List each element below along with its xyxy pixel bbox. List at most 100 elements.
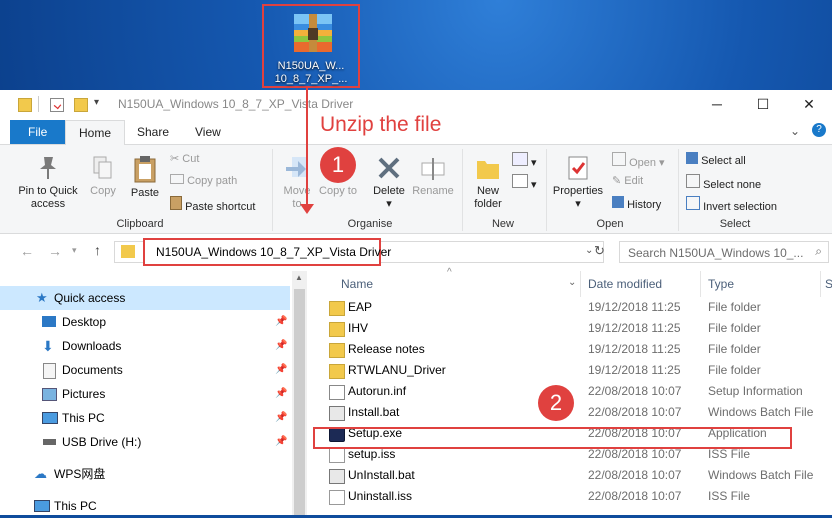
invert-selection-label: Invert selection xyxy=(703,201,778,213)
invert-selection-button[interactable]: Invert selection xyxy=(686,196,777,213)
cloud-icon: ☁ xyxy=(34,466,47,481)
file-type: File folder xyxy=(708,321,761,335)
group-divider xyxy=(678,149,679,231)
file-date: 19/12/2018 11:25 xyxy=(588,342,681,356)
pin-quick-access-button[interactable]: Pin to Quick access xyxy=(10,155,86,211)
close-button[interactable]: ✕ xyxy=(786,90,832,120)
easy-access-button[interactable]: ▾ xyxy=(512,174,537,191)
edit-button[interactable]: ✎ Edit xyxy=(612,174,643,187)
nav-item-usb-drive[interactable]: USB Drive (H:) 📌 xyxy=(0,430,290,454)
nav-item-this-pc[interactable]: This PC 📌 xyxy=(0,406,290,430)
new-item-icon xyxy=(512,152,528,166)
paste-button[interactable]: Paste xyxy=(126,155,164,200)
nav-scrollbar-thumb[interactable] xyxy=(294,289,305,515)
tab-home[interactable]: Home xyxy=(65,120,126,145)
file-row[interactable]: Uninstall.iss 22/08/2018 10:07 ISS File xyxy=(307,486,832,507)
file-name: UnInstall.bat xyxy=(348,468,415,482)
column-header-size[interactable]: S xyxy=(825,271,832,297)
maximize-button[interactable]: ☐ xyxy=(740,90,786,120)
nav-item-downloads[interactable]: ⬇ Downloads 📌 xyxy=(0,334,290,358)
column-header-date[interactable]: Date modified xyxy=(588,271,662,297)
column-filter-icon[interactable]: ⌄ xyxy=(568,277,576,288)
desktop-icon-label-1: N150UA_W... xyxy=(277,60,345,72)
open-button[interactable]: Open ▾ xyxy=(612,152,665,169)
move-to-button[interactable]: Move to xyxy=(278,155,316,211)
file-type: ISS File xyxy=(708,489,751,503)
desktop-zip-file[interactable]: N150UA_W... 10_8_7_XP_... xyxy=(262,4,360,88)
customize-toolbar-icon[interactable]: ▾ xyxy=(94,97,99,108)
pin-icon[interactable]: 📌 xyxy=(275,406,287,430)
address-dropdown-icon[interactable]: ⌄ xyxy=(585,245,593,256)
properties-button[interactable]: Properties ▾ xyxy=(550,155,606,211)
desktop-icon xyxy=(42,316,56,327)
file-row[interactable]: Release notes 19/12/2018 11:25 File folder xyxy=(307,339,832,360)
search-input[interactable]: Search N150UA_Windows 10_... ⌕ xyxy=(619,241,829,263)
scroll-up-icon[interactable]: ▲ xyxy=(295,273,303,282)
tab-share[interactable]: Share xyxy=(124,120,182,144)
nav-item-desktop[interactable]: Desktop 📌 xyxy=(0,310,290,334)
copy-path-button[interactable]: Copy path xyxy=(170,174,237,187)
new-item-button[interactable]: ▾ xyxy=(512,152,537,169)
file-name: Release notes xyxy=(348,342,425,356)
group-divider xyxy=(462,149,463,231)
tab-file[interactable]: File xyxy=(10,120,66,144)
file-row[interactable]: IHV 19/12/2018 11:25 File folder xyxy=(307,318,832,339)
computer-icon xyxy=(34,500,50,512)
file-date: 22/08/2018 10:07 xyxy=(588,489,682,503)
clipboard-group-label: Clipboard xyxy=(116,218,164,230)
select-all-button[interactable]: Select all xyxy=(686,152,746,167)
forward-arrow-icon[interactable]: → xyxy=(48,243,62,259)
properties-icon[interactable] xyxy=(50,98,64,112)
minimize-button[interactable]: ─ xyxy=(694,90,740,120)
tab-view[interactable]: View xyxy=(182,120,234,144)
file-row[interactable]: EAP 19/12/2018 11:25 File folder xyxy=(307,297,832,318)
paste-shortcut-button[interactable]: Paste shortcut xyxy=(170,196,255,213)
arrow-line xyxy=(306,88,308,208)
rename-button[interactable]: Rename xyxy=(410,155,456,198)
help-icon[interactable]: ? xyxy=(812,123,826,137)
nav-item-pictures[interactable]: Pictures 📌 xyxy=(0,382,290,406)
address-path[interactable]: N150UA_Windows 10_8_7_XP_Vista Driver xyxy=(156,245,391,259)
new-folder-icon[interactable] xyxy=(74,98,88,112)
up-arrow-icon[interactable]: ↑ xyxy=(94,242,101,258)
properties-label: Properties xyxy=(552,185,604,197)
pin-icon[interactable]: 📌 xyxy=(275,382,287,406)
window-title: N150UA_Windows 10_8_7_XP_Vista Driver xyxy=(118,97,354,111)
open-icon xyxy=(612,152,626,166)
cut-button[interactable]: ✂ Cut xyxy=(170,152,199,165)
ribbon-collapse-icon[interactable]: ⌄ xyxy=(790,124,800,138)
select-group-label: Select xyxy=(719,218,751,230)
refresh-icon[interactable]: ↻ xyxy=(594,243,605,259)
column-divider[interactable] xyxy=(700,271,701,297)
column-divider[interactable] xyxy=(580,271,581,297)
select-none-button[interactable]: Select none xyxy=(686,174,761,191)
pin-icon[interactable]: 📌 xyxy=(275,358,287,382)
file-row[interactable]: RTWLANU_Driver 19/12/2018 11:25 File folde… xyxy=(307,360,832,381)
pin-icon[interactable]: 📌 xyxy=(275,310,287,334)
select-all-icon xyxy=(686,152,698,164)
column-divider[interactable] xyxy=(820,271,821,297)
nav-item-wps[interactable]: ☁ WPS网盘 xyxy=(0,462,290,486)
recent-locations-icon[interactable]: ▾ xyxy=(72,245,77,256)
nav-item-quick-access[interactable]: ★ Quick access xyxy=(0,286,290,310)
nav-item-this-pc-2[interactable]: This PC xyxy=(0,494,290,518)
column-header-name[interactable]: Name xyxy=(341,271,373,297)
pin-icon[interactable]: 📌 xyxy=(275,430,287,454)
computer-icon xyxy=(42,412,58,424)
delete-button[interactable]: Delete ▾ xyxy=(368,155,410,211)
paste-label: Paste xyxy=(130,187,160,199)
nav-item-documents[interactable]: Documents 📌 xyxy=(0,358,290,382)
folder-icon xyxy=(329,343,345,358)
new-group-label: New xyxy=(491,218,514,230)
new-folder-button[interactable]: New folder xyxy=(468,155,508,211)
copy-button[interactable]: Copy xyxy=(86,155,120,198)
history-button[interactable]: History xyxy=(612,196,661,211)
pin-icon xyxy=(40,157,56,179)
back-arrow-icon[interactable]: ← xyxy=(20,243,34,259)
pin-icon[interactable]: 📌 xyxy=(275,334,287,358)
column-header-type[interactable]: Type xyxy=(708,271,734,297)
pin-label: Pin to Quick access xyxy=(18,185,78,210)
file-date: 22/08/2018 10:07 xyxy=(588,405,682,419)
file-row[interactable]: UnInstall.bat 22/08/2018 10:07 Windows Bat… xyxy=(307,465,832,486)
setup-highlight xyxy=(313,427,792,449)
